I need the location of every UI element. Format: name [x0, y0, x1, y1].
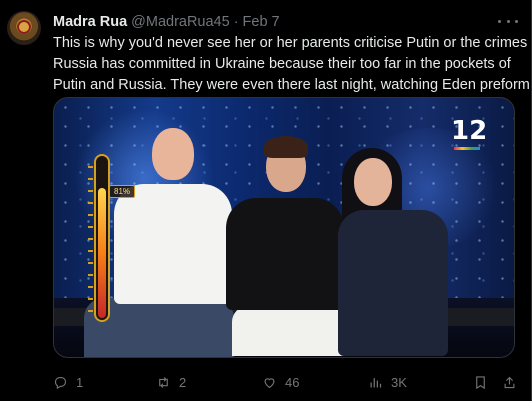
views-chart-icon — [370, 377, 382, 387]
reply-icon — [54, 376, 67, 389]
tweet-card[interactable]: Madra Rua @MadraRua45 · Feb 7 This is wh… — [0, 0, 532, 401]
bookmark-icon — [476, 375, 485, 389]
young-man-legs — [232, 306, 352, 356]
man-left-head — [152, 128, 194, 180]
more-options-icon[interactable] — [498, 14, 518, 28]
like-count: 46 — [285, 374, 300, 390]
meter-fill — [98, 188, 106, 318]
tweet-actions: 1 2 46 3K — [53, 372, 519, 392]
retweet-button[interactable]: 2 — [156, 372, 186, 392]
share-button[interactable] — [502, 372, 517, 392]
tweet-media-image[interactable]: 81% 12 — [53, 97, 515, 358]
channel-logo-text: 12 — [451, 116, 488, 146]
woman-head — [354, 158, 392, 206]
meter-label: 81% — [109, 185, 136, 198]
avatar[interactable] — [7, 11, 41, 45]
tweet-text: This is why you'd never see her or her p… — [53, 33, 530, 96]
woman-body — [338, 210, 448, 356]
display-name[interactable]: Madra Rua — [53, 14, 127, 30]
like-button[interactable]: 46 — [262, 372, 299, 392]
retweet-count: 2 — [179, 374, 187, 390]
man-left-body — [114, 184, 232, 304]
reply-count: 1 — [76, 374, 84, 390]
reply-button[interactable]: 1 — [53, 372, 83, 392]
vote-meter — [88, 154, 110, 322]
fox-avatar-icon — [17, 20, 31, 34]
tweet-text-line: Russia has committed in Ukraine because … — [53, 56, 511, 72]
tweet-text-line: Putin and Russia. They were even there l… — [53, 77, 530, 93]
bookmark-button[interactable] — [473, 372, 488, 392]
views-count: 3K — [391, 374, 407, 390]
channel-logo-bar — [454, 147, 480, 150]
views-button[interactable]: 3K — [368, 372, 407, 392]
share-icon — [504, 376, 515, 388]
tweet-text-line: This is why you'd never see her or her p… — [53, 35, 528, 51]
tweet-date[interactable]: Feb 7 — [243, 14, 280, 30]
channel-12-logo: 12 — [451, 116, 487, 150]
heart-icon — [264, 377, 275, 388]
tweet-header: Madra Rua @MadraRua45 · Feb 7 — [53, 13, 280, 31]
young-man-body — [226, 198, 344, 310]
retweet-icon — [159, 376, 168, 388]
header-separator: · — [233, 14, 239, 30]
young-man-hair — [264, 136, 308, 158]
meter-ticks — [88, 166, 93, 314]
user-handle[interactable]: @MadraRua45 — [131, 14, 230, 30]
